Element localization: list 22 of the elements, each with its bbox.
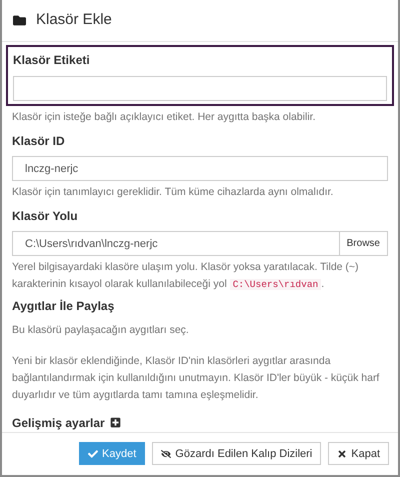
dialog-title: Klasör Ekle: [36, 10, 112, 30]
help-text: Yerel bilgisayardaki klasöre ulaşım yolu. Klasör yoksa yaratılacak. Tilde (~) karakterinin kısayol olarak kullanılabileceği yol C:\Users\rıdvan .: [12, 260, 360, 292]
dialog-button[interactable]: Gözardı Edilen Kalıp Dizileri: [152, 442, 322, 466]
help-text: Klasör için tanımlayıcı gereklidir. Tüm küme cihazlarda aynı olmalıdır.: [12, 185, 334, 200]
note-text: Yeni bir klasör eklendiğinde, Klasör ID'nin klasörleri aygıtlar arasında bağlantılandırmak için kullanıldığını unutmayın. Klasör ID'ler büyük - küçük harf duyarlıdır ve tüm aygıtlarda tamı tamına eşleşmelidir.: [12, 354, 380, 403]
path-code: C:\Users\rıdvan: [230, 279, 322, 290]
section-label: Aygıtlar İle Paylaş: [12, 298, 116, 316]
browse-button[interactable]: Browse: [340, 231, 388, 256]
eye-slash-icon: [161, 448, 172, 459]
input-field[interactable]: [13, 76, 387, 101]
folder-icon: [13, 14, 26, 28]
help-text: Klasör için isteğe bağlı açıklayıcı etiket. Her aygıtta başka olabilir.: [12, 110, 316, 125]
help-text: Bu klasörü paylaşacağın aygıtları seç.: [12, 323, 190, 338]
field-label: Klasör ID: [12, 132, 66, 150]
input-field[interactable]: lnczg-nerjc: [12, 156, 388, 182]
field-label: Klasör Etiketi: [13, 52, 91, 70]
field-label: Klasör Yolu: [12, 208, 79, 226]
dialog-button[interactable]: Kapat: [328, 442, 389, 466]
input-field[interactable]: C:\Users\rıdvan\lnczg-nerjc: [12, 231, 340, 256]
check-icon: [88, 448, 98, 459]
close-icon: [337, 448, 348, 459]
advanced-settings-link[interactable]: Gelişmiş ayarlar: [12, 414, 105, 432]
